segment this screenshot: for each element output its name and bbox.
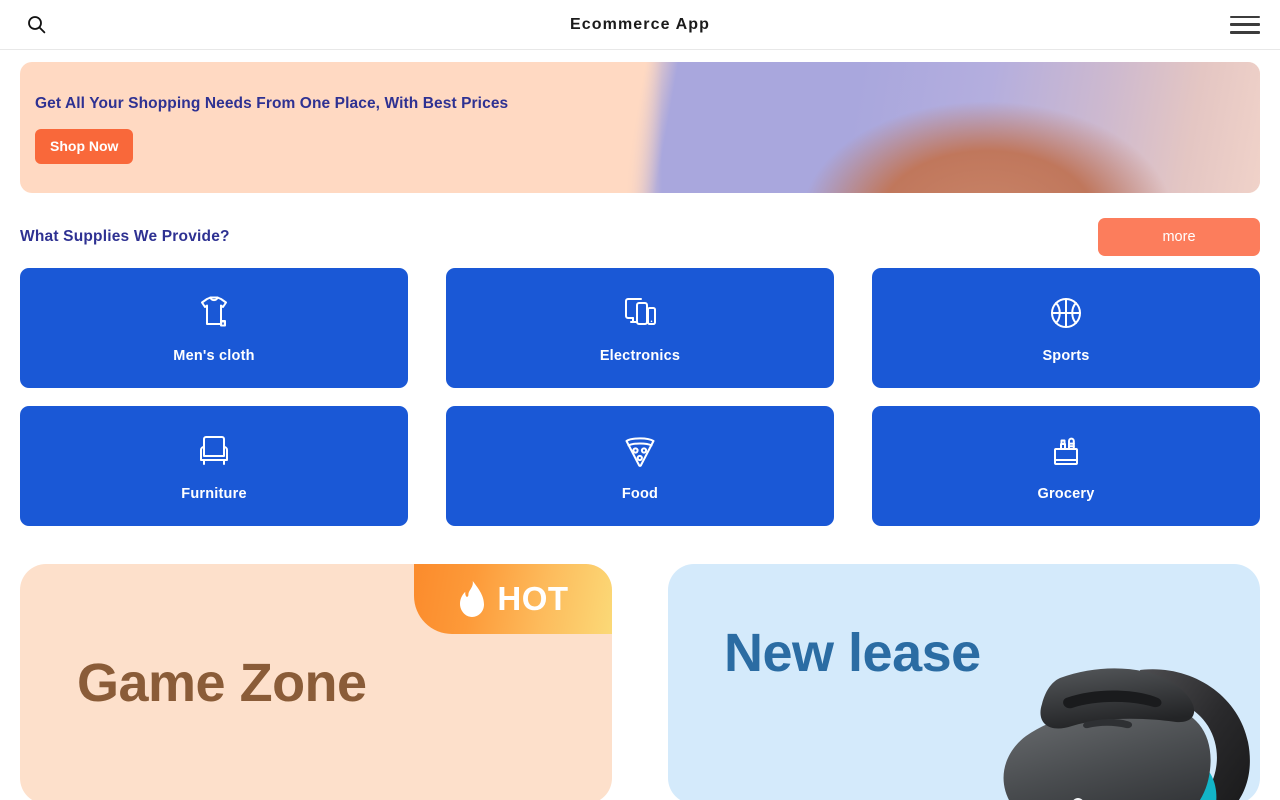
category-label: Sports (1042, 348, 1090, 364)
pizza-slice-icon (618, 430, 662, 474)
supplies-section-header: What Supplies We Provide? more (20, 217, 1260, 257)
category-card-furniture[interactable]: Furniture (20, 406, 408, 526)
armchair-icon (192, 430, 236, 474)
app-header: Ecommerce App (0, 0, 1280, 50)
page-title: Ecommerce App (570, 15, 710, 33)
hamburger-menu-icon[interactable] (1230, 13, 1260, 37)
promo-card-game-zone[interactable]: HOT Game Zone (20, 564, 612, 800)
shop-now-button[interactable]: Shop Now (35, 129, 134, 164)
basketball-icon (1044, 292, 1088, 336)
vr-headset-image (1003, 668, 1250, 800)
promo-row: HOT Game Zone New lease (20, 564, 1260, 800)
hero-headline: Get All Your Shopping Needs From One Pla… (35, 95, 509, 112)
category-label: Electronics (599, 348, 681, 364)
hot-badge-label: HOT (497, 580, 569, 617)
search-button[interactable] (22, 11, 50, 39)
hot-badge: HOT (414, 564, 612, 634)
hero-content: Get All Your Shopping Needs From One Pla… (20, 62, 1260, 164)
promo-title: Game Zone (77, 653, 367, 713)
category-label: Food (621, 486, 659, 502)
tshirt-tag-icon (192, 292, 236, 336)
supplies-title: What Supplies We Provide? (20, 228, 230, 245)
category-card-food[interactable]: Food (446, 406, 834, 526)
grocery-bag-icon (1044, 430, 1088, 474)
promo-card-new-lease[interactable]: New lease (668, 564, 1260, 800)
search-icon (27, 16, 45, 34)
category-grid: Men's cloth Electronics Sports Furniture… (20, 268, 1260, 526)
menu-line (1230, 30, 1260, 34)
category-card-mens-cloth[interactable]: Men's cloth (20, 268, 408, 388)
category-label: Furniture (181, 486, 247, 502)
devices-icon (618, 292, 662, 336)
flame-icon (460, 581, 485, 617)
category-label: Men's cloth (173, 348, 255, 364)
more-button[interactable]: more (1098, 218, 1260, 256)
category-label: Grocery (1037, 486, 1095, 502)
category-card-grocery[interactable]: Grocery (872, 406, 1260, 526)
menu-line (1230, 15, 1260, 19)
category-card-sports[interactable]: Sports (872, 268, 1260, 388)
menu-line (1230, 23, 1260, 26)
category-card-electronics[interactable]: Electronics (446, 268, 834, 388)
hero-banner[interactable]: Get All Your Shopping Needs From One Pla… (20, 62, 1260, 193)
